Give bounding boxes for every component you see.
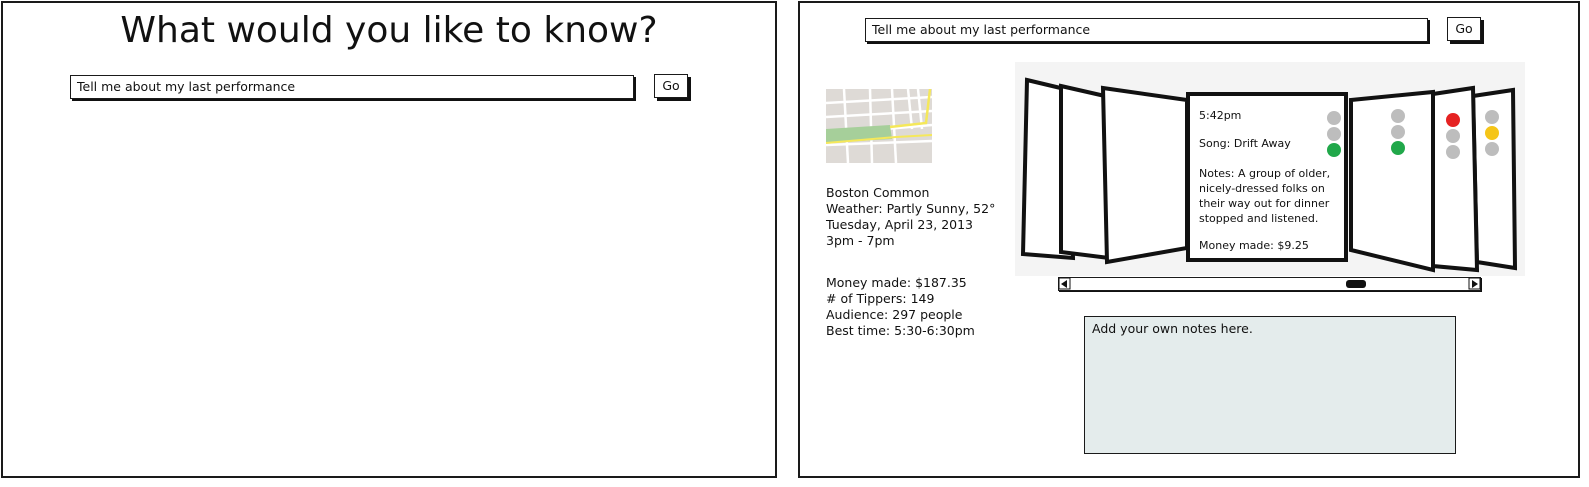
location-name: Boston Common <box>826 185 930 200</box>
search-input[interactable]: Tell me about my last performance <box>70 75 634 99</box>
scroll-right-arrow-icon <box>1471 279 1478 288</box>
status-light-gray <box>1327 111 1341 125</box>
map-graphic <box>826 89 932 163</box>
card-selected[interactable]: 5:42pm Song: Drift Away Notes: A group o… <box>1186 92 1348 262</box>
status-light-gray <box>1446 145 1460 159</box>
page-title: What would you like to know? <box>120 10 658 51</box>
notes-textarea[interactable]: Add your own notes here. <box>1084 316 1456 454</box>
stat-money: Money made: $187.35 <box>826 275 967 290</box>
card-notes-line: nicely-dressed folks on <box>1199 182 1325 195</box>
go-button[interactable]: Go <box>654 74 688 98</box>
status-light-gray <box>1485 142 1499 156</box>
stat-tippers: # of Tippers: 149 <box>826 291 935 306</box>
card-notes-line: stopped and listened. <box>1199 212 1319 225</box>
date-text: Tuesday, April 23, 2013 <box>826 217 974 232</box>
card-song: Song: Drift Away <box>1199 137 1291 150</box>
status-light-gray <box>1485 110 1499 124</box>
status-light-red <box>1446 113 1460 127</box>
card-notes-line: their way out for dinner <box>1199 197 1330 210</box>
card-money: Money made: $9.25 <box>1199 239 1309 252</box>
card-status-lights <box>1327 111 1341 157</box>
status-light-yellow <box>1485 126 1499 140</box>
card-left-3[interactable] <box>1100 85 1189 265</box>
status-light-gray <box>1391 125 1405 139</box>
status-light-gray <box>1446 129 1460 143</box>
status-light-green <box>1327 143 1341 157</box>
left-screen <box>1 1 777 478</box>
time-range-text: 3pm - 7pm <box>826 233 895 248</box>
scrollbar-graphic <box>1058 277 1480 289</box>
search-input-results[interactable]: Tell me about my last performance <box>865 18 1428 42</box>
status-light-gray <box>1327 127 1341 141</box>
status-light-green <box>1391 141 1405 155</box>
weather-text: Weather: Partly Sunny, 52° <box>826 201 996 216</box>
card-time: 5:42pm <box>1199 109 1242 122</box>
scroll-left-arrow-icon <box>1060 279 1067 288</box>
status-light-gray <box>1391 109 1405 123</box>
coverflow-scrollbar[interactable] <box>1058 277 1481 291</box>
location-map[interactable] <box>826 89 932 163</box>
scroll-thumb[interactable] <box>1345 279 1366 288</box>
card-notes-line: Notes: A group of older, <box>1199 167 1331 180</box>
stat-best-time: Best time: 5:30-6:30pm <box>826 323 975 338</box>
go-button-results[interactable]: Go <box>1447 17 1481 41</box>
stat-audience: Audience: 297 people <box>826 307 963 322</box>
